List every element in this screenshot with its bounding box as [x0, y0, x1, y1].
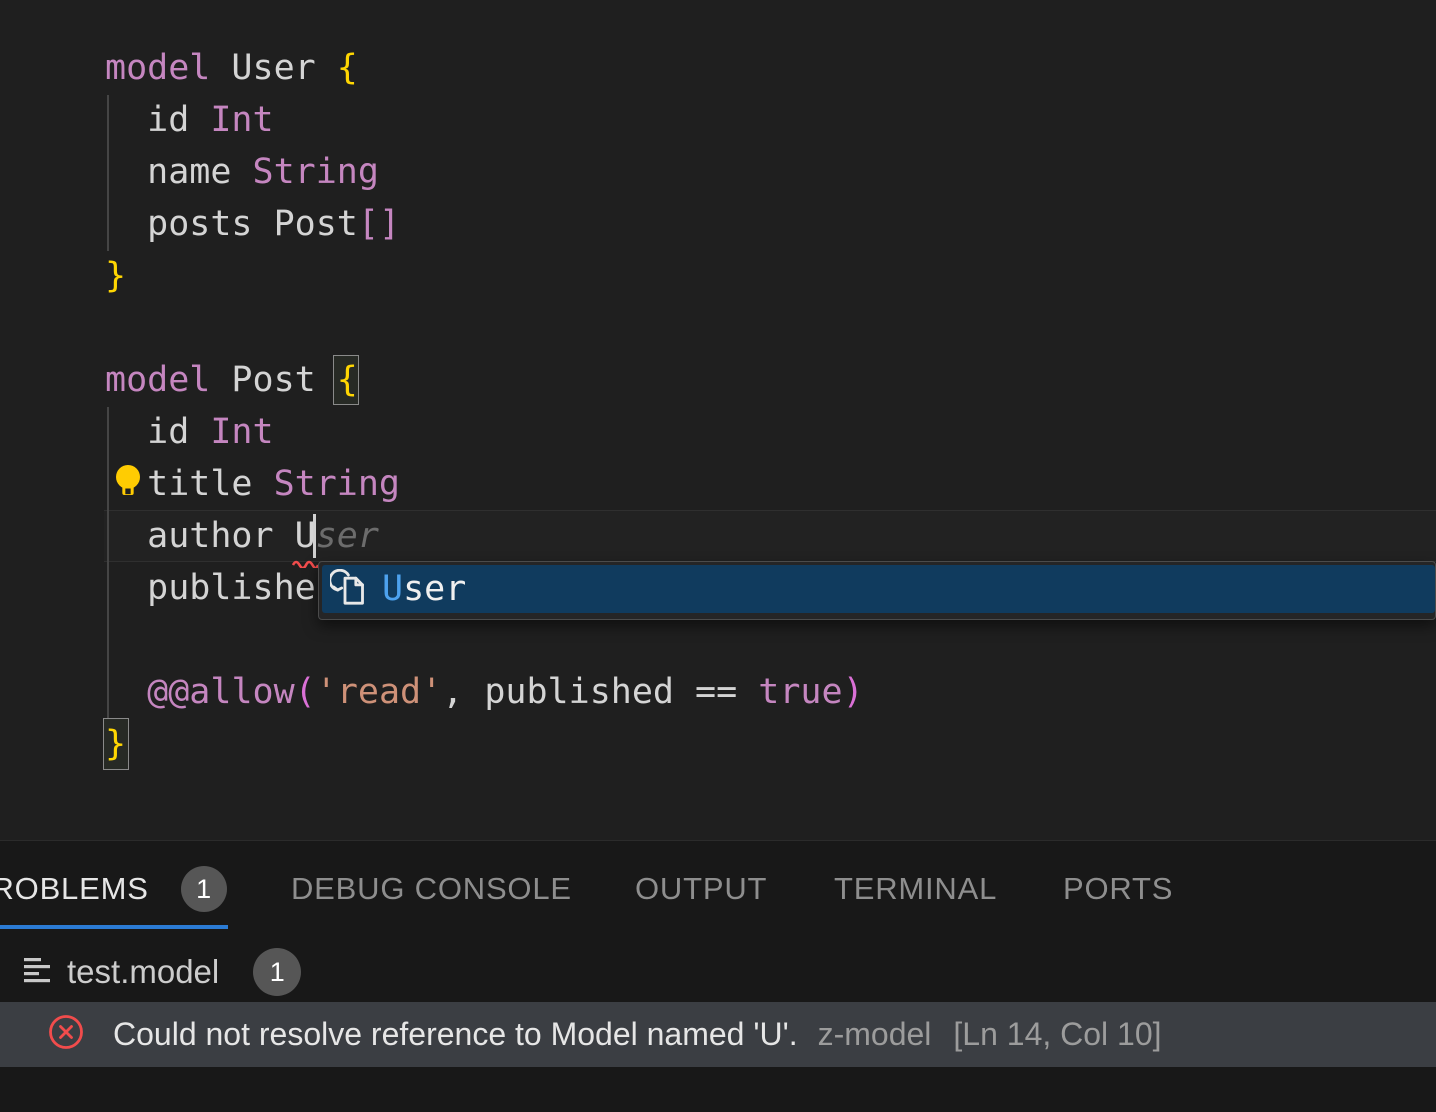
- tab-ports[interactable]: PORTS: [1063, 845, 1173, 933]
- code-token: @@allow: [147, 672, 295, 712]
- file-error-count-badge: 1: [253, 948, 301, 996]
- suggestion-item-user[interactable]: User: [322, 565, 1435, 613]
- code-token: []: [358, 204, 400, 244]
- problem-error-row[interactable]: Could not resolve reference to Model nam…: [0, 1002, 1436, 1067]
- code-token: ): [843, 672, 864, 712]
- tab-problems[interactable]: PROBLEMS 1: [0, 845, 227, 933]
- code-token: [105, 672, 147, 712]
- code-token: User: [210, 48, 336, 88]
- code-token: true: [758, 672, 842, 712]
- code-token: {: [337, 360, 358, 400]
- tab-label: PORTS: [1063, 871, 1173, 907]
- code-line: id Int: [105, 94, 864, 146]
- code-token: publishe: [105, 568, 316, 608]
- tab-label: TERMINAL: [834, 871, 997, 907]
- code-token: }: [105, 724, 126, 764]
- panel-tabs: PROBLEMS 1 DEBUG CONSOLE OUTPUT TERMINAL…: [0, 845, 1436, 933]
- code-token: Post: [210, 360, 336, 400]
- tab-label: OUTPUT: [635, 871, 767, 907]
- tab-output[interactable]: OUTPUT: [635, 845, 767, 933]
- code-token: Int: [210, 412, 273, 452]
- error-location: [Ln 14, Col 10]: [953, 1016, 1161, 1053]
- code-content: model User { id Int name String posts Po…: [105, 42, 864, 770]
- code-line: model User {: [105, 42, 864, 94]
- vscode-window: model User { id Int name String posts Po…: [0, 0, 1436, 1112]
- tab-label: PROBLEMS: [0, 871, 149, 907]
- code-token: name: [105, 152, 253, 192]
- code-token: {: [337, 48, 358, 88]
- inline-suggestion-ghost-text: ser: [316, 516, 379, 556]
- suggestion-rest-text: ser: [403, 569, 466, 609]
- active-tab-underline: [0, 925, 228, 929]
- code-token: }: [105, 256, 126, 296]
- code-line-blank: [105, 302, 864, 354]
- code-line: id Int: [105, 406, 864, 458]
- code-token: author U: [105, 516, 316, 556]
- suggestion-match-text: U: [382, 569, 403, 609]
- text-file-icon: [22, 952, 52, 993]
- tab-debug-console[interactable]: DEBUG CONSOLE: [291, 845, 572, 933]
- code-token: id: [105, 100, 210, 140]
- code-line: }: [105, 718, 864, 770]
- code-line: author User: [105, 510, 864, 562]
- code-line: title String: [105, 458, 864, 510]
- code-token: posts Post: [105, 204, 358, 244]
- code-token: 'read': [316, 672, 442, 712]
- error-circle-x-icon: [47, 1013, 85, 1056]
- code-token: (: [295, 672, 316, 712]
- code-editor[interactable]: model User { id Int name String posts Po…: [0, 0, 1436, 840]
- error-source: z-model: [818, 1016, 932, 1053]
- reference-file-icon: [330, 569, 370, 609]
- suggestion-widget: User: [318, 561, 1436, 620]
- text-cursor: [313, 514, 316, 558]
- code-token: model: [105, 360, 210, 400]
- code-token: , published ==: [442, 672, 758, 712]
- suggestion-label: User: [382, 569, 466, 609]
- code-token: model: [105, 48, 210, 88]
- code-line: name String: [105, 146, 864, 198]
- code-line-blank: [105, 614, 864, 666]
- lightbulb-icon[interactable]: [108, 461, 148, 508]
- bottom-panel: PROBLEMS 1 DEBUG CONSOLE OUTPUT TERMINAL…: [0, 840, 1436, 1112]
- problems-file-row[interactable]: test.model 1: [0, 943, 1436, 1001]
- error-squiggle: [292, 555, 318, 573]
- code-line: posts Post[]: [105, 198, 864, 250]
- code-token: String: [274, 464, 400, 504]
- code-token: id: [105, 412, 210, 452]
- error-message: Could not resolve reference to Model nam…: [113, 1016, 798, 1053]
- code-line: model Post {: [105, 354, 864, 406]
- tab-terminal[interactable]: TERMINAL: [834, 845, 997, 933]
- tab-label: DEBUG CONSOLE: [291, 871, 572, 907]
- code-line: @@allow('read', published == true): [105, 666, 864, 718]
- problems-file-name: test.model: [67, 953, 219, 991]
- code-line: }: [105, 250, 864, 302]
- problems-count-badge: 1: [181, 866, 227, 912]
- code-token: String: [253, 152, 379, 192]
- code-token: Int: [210, 100, 273, 140]
